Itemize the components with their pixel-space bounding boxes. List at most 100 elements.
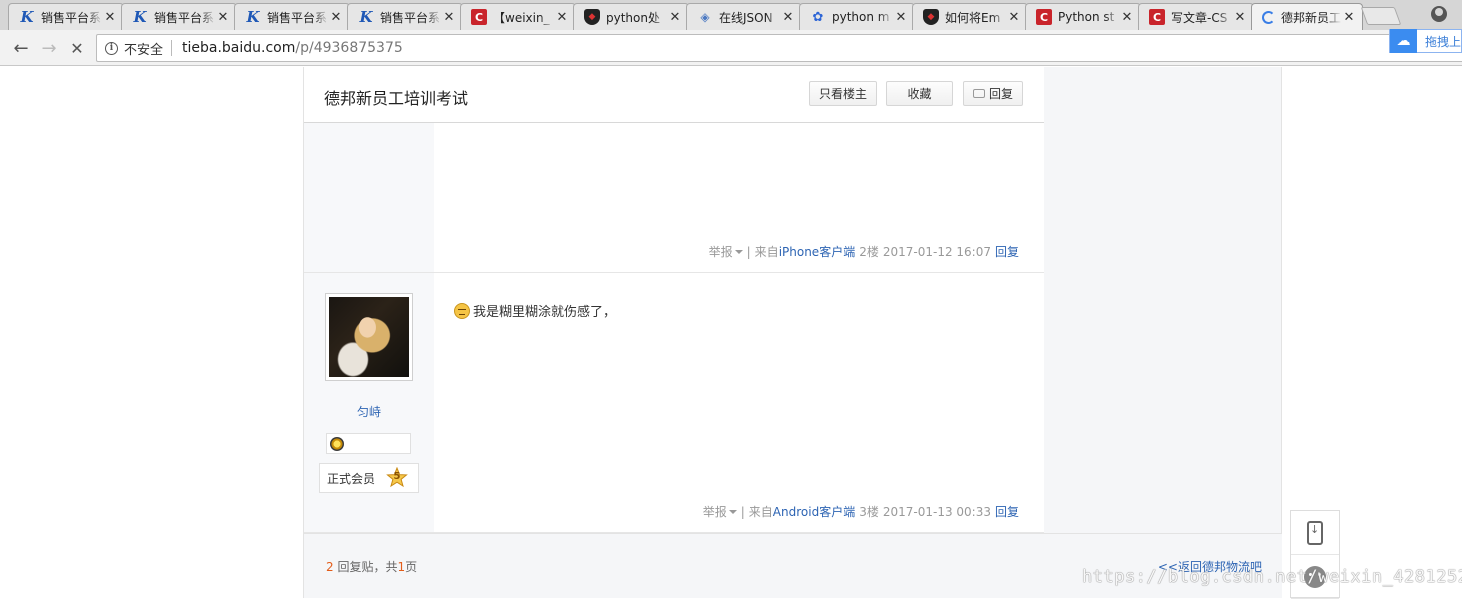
browser-tab-strip: K 销售平台系 ✕ K 销售平台系 ✕ K 销售平台系 ✕ K 销售平台系 ✕ …: [0, 0, 1462, 31]
browser-tab[interactable]: K 销售平台系 ✕: [234, 3, 350, 30]
stop-loading-icon[interactable]: ✕: [66, 37, 88, 59]
browser-tab[interactable]: K 销售平台系 ✕: [121, 3, 237, 30]
close-icon[interactable]: ✕: [1342, 10, 1356, 25]
reply-suffix: 回复贴，共: [337, 560, 398, 574]
close-icon[interactable]: ✕: [894, 10, 908, 25]
browser-tab[interactable]: K 销售平台系 ✕: [347, 3, 463, 30]
browser-tab[interactable]: ◆ python处 ✕: [573, 3, 689, 30]
kingdee-k-icon: K: [20, 8, 34, 26]
source-client-link[interactable]: iPhone客户端: [779, 243, 856, 260]
tab-title: 如何将Em: [945, 10, 1001, 25]
forward-arrow-icon[interactable]: →: [38, 37, 60, 59]
reply-button[interactable]: 回复: [963, 81, 1023, 106]
shield-icon: ◆: [923, 9, 939, 25]
loading-spinner-icon: [1262, 11, 1275, 24]
thread-header: 德邦新员工培训考试 只看楼主 收藏 回复: [304, 67, 1044, 123]
floor-number: 3楼: [859, 505, 879, 519]
member-level[interactable]: 正式会员 5: [319, 463, 419, 493]
json-icon: ◈: [700, 10, 710, 24]
mobile-download-button[interactable]: [1291, 511, 1339, 555]
phone-download-icon: [1307, 520, 1323, 545]
new-tab-button[interactable]: [1360, 7, 1402, 25]
post-floor: 举报 | 来自 iPhone客户端 2楼 2017-01-12 16:07 回复: [304, 123, 1044, 273]
url-host[interactable]: tieba.baidu.com: [182, 40, 295, 56]
kingdee-k-icon: K: [133, 8, 147, 26]
level-star-icon: 5: [386, 466, 408, 489]
post-meta: 举报 | 来自 Android客户端 3楼 2017-01-13 00:33 回复: [702, 503, 1019, 520]
close-icon[interactable]: ✕: [329, 10, 343, 25]
floor-number: 2楼: [859, 245, 879, 259]
tab-title: 在线JSON: [719, 10, 773, 25]
only-op-button[interactable]: 只看楼主: [809, 81, 877, 106]
browser-tab[interactable]: C Python st ✕: [1025, 3, 1141, 30]
right-sidebar: [1043, 67, 1282, 598]
cloud-icon: ☁: [1390, 29, 1417, 53]
page-suffix: 页: [405, 560, 418, 574]
post-content: 我是糊里糊涂就伤感了，: [454, 301, 616, 320]
author-column: 匀峙 正式会员 5: [304, 273, 434, 532]
kingdee-k-icon: K: [246, 8, 260, 26]
browser-tab[interactable]: C 【weixin_ ✕: [460, 3, 576, 30]
back-arrow-icon[interactable]: ←: [10, 37, 32, 59]
thread-content: 德邦新员工培训考试 只看楼主 收藏 回复 举报 | 来自 iPhone客户端 2楼…: [303, 67, 1282, 598]
browser-tab[interactable]: ✿ python m ✕: [799, 3, 915, 30]
close-icon[interactable]: ✕: [1007, 10, 1021, 25]
security-label[interactable]: 不安全: [124, 39, 163, 58]
close-icon[interactable]: ✕: [668, 10, 682, 25]
browser-tab[interactable]: C 写文章-CS ✕: [1138, 3, 1254, 30]
tab-title: 销售平台系: [154, 10, 215, 25]
favorite-button[interactable]: 收藏: [886, 81, 953, 106]
address-bar[interactable]: i 不安全 tieba.baidu.com/p/4936875375: [96, 34, 1462, 62]
reply-button-label: 回复: [988, 87, 1013, 101]
reply-summary: 2 回复贴，共1页: [326, 558, 417, 575]
report-link[interactable]: 举报: [709, 243, 733, 260]
browser-tab[interactable]: ◆ 如何将Em ✕: [912, 3, 1028, 30]
csdn-c-icon: C: [1036, 9, 1052, 25]
close-icon[interactable]: ✕: [1233, 10, 1247, 25]
source-client-link[interactable]: Android客户端: [773, 503, 855, 520]
avatar-image: [329, 297, 409, 377]
close-icon[interactable]: ✕: [103, 10, 117, 25]
close-icon[interactable]: ✕: [781, 10, 795, 25]
report-link[interactable]: 举报: [703, 503, 727, 520]
source-prefix: 来自: [754, 245, 779, 259]
caret-down-icon[interactable]: [728, 509, 737, 514]
reply-count: 2: [326, 560, 334, 574]
user-badge[interactable]: [326, 433, 411, 454]
tab-title: Python st: [1058, 10, 1115, 24]
avatar[interactable]: [325, 293, 413, 381]
tab-title: 销售平台系: [267, 10, 328, 25]
shield-icon: ◆: [584, 9, 600, 25]
post-timestamp: 2017-01-13 00:33: [882, 504, 991, 519]
url-path[interactable]: /p/4936875375: [295, 40, 402, 56]
source-prefix: 来自: [748, 505, 773, 519]
tab-title: python m: [832, 10, 890, 24]
kingdee-k-icon: K: [359, 8, 373, 26]
username-link[interactable]: 匀峙: [304, 403, 434, 420]
extension-upload-button[interactable]: ☁ 拖拽上: [1389, 29, 1462, 53]
tab-title: 【weixin_: [493, 10, 550, 25]
close-icon[interactable]: ✕: [555, 10, 569, 25]
divider: [171, 40, 173, 56]
reply-link[interactable]: 回复: [995, 503, 1019, 520]
post-floor: 匀峙 正式会员 5 我是糊里糊涂就伤感了， 举报 | 来自 Android客户端…: [304, 273, 1044, 533]
close-icon[interactable]: ✕: [1120, 10, 1134, 25]
csdn-c-icon: C: [1149, 9, 1165, 25]
tab-title: 德邦新员工: [1281, 11, 1342, 25]
close-icon[interactable]: ✕: [442, 10, 456, 25]
baidu-paw-icon: ✿: [812, 9, 824, 25]
page-count[interactable]: 1: [397, 560, 405, 574]
info-icon[interactable]: i: [105, 41, 118, 55]
profile-icon[interactable]: [1431, 6, 1447, 22]
medal-icon: [330, 436, 344, 451]
browser-tab[interactable]: K 销售平台系 ✕: [8, 3, 124, 30]
csdn-c-icon: C: [471, 9, 487, 25]
close-icon[interactable]: ✕: [216, 10, 230, 25]
browser-tab-active[interactable]: 德邦新员工 ✕: [1251, 3, 1363, 31]
caret-down-icon[interactable]: [734, 249, 743, 254]
browser-toolbar: ← → ✕ i 不安全 tieba.baidu.com/p/4936875375: [0, 30, 1462, 66]
member-label: 正式会员: [327, 471, 376, 486]
browser-tab[interactable]: ◈ 在线JSON ✕: [686, 3, 802, 30]
page-viewport: 德邦新员工培训考试 只看楼主 收藏 回复 举报 | 来自 iPhone客户端 2楼…: [0, 67, 1462, 599]
reply-link[interactable]: 回复: [995, 243, 1019, 260]
